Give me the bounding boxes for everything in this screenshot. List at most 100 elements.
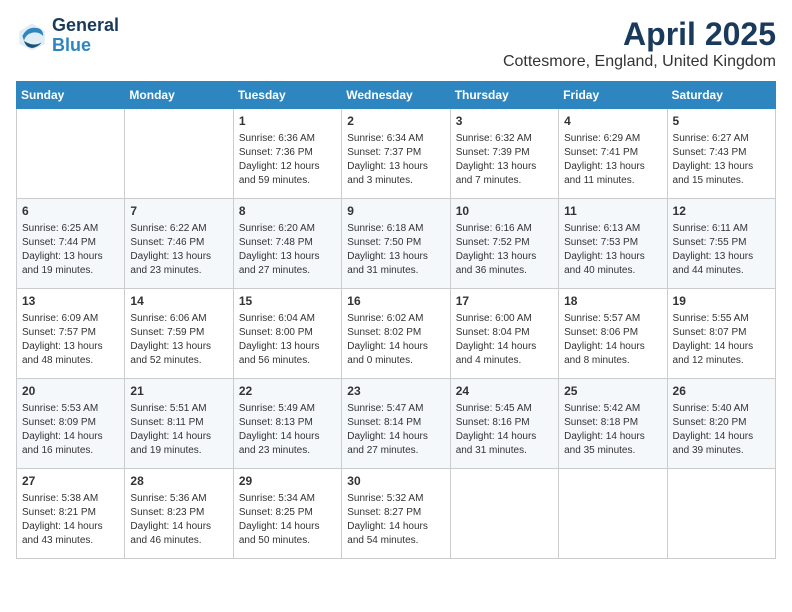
calendar-cell: 19 Sunrise: 5:55 AM Sunset: 8:07 PM Dayli… bbox=[667, 289, 775, 379]
calendar-cell: 15 Sunrise: 6:04 AM Sunset: 8:00 PM Dayli… bbox=[233, 289, 341, 379]
day-number: 2 bbox=[347, 113, 444, 130]
cell-info: Sunrise: 5:42 AM Sunset: 8:18 PM Dayligh… bbox=[564, 402, 661, 458]
calendar-cell bbox=[450, 469, 558, 559]
page-subtitle: Cottesmore, England, United Kingdom bbox=[503, 53, 776, 71]
calendar-week-2: 6 Sunrise: 6:25 AM Sunset: 7:44 PM Daylig… bbox=[17, 199, 776, 289]
column-header-wednesday: Wednesday bbox=[342, 82, 450, 109]
calendar-cell: 16 Sunrise: 6:02 AM Sunset: 8:02 PM Dayli… bbox=[342, 289, 450, 379]
cell-info: Sunrise: 5:38 AM Sunset: 8:21 PM Dayligh… bbox=[22, 492, 119, 548]
calendar-cell: 29 Sunrise: 5:34 AM Sunset: 8:25 PM Dayli… bbox=[233, 469, 341, 559]
logo-line2: Blue bbox=[52, 36, 119, 56]
calendar-cell: 12 Sunrise: 6:11 AM Sunset: 7:55 PM Dayli… bbox=[667, 199, 775, 289]
calendar-cell bbox=[125, 109, 233, 199]
calendar-cell: 18Sunrise: 5:57 AM Sunset: 8:06 PM Dayli… bbox=[559, 289, 667, 379]
calendar-header: SundayMondayTuesdayWednesdayThursdayFrid… bbox=[17, 82, 776, 109]
calendar-cell: 28Sunrise: 5:36 AM Sunset: 8:23 PM Dayli… bbox=[125, 469, 233, 559]
column-header-friday: Friday bbox=[559, 82, 667, 109]
cell-info: Sunrise: 6:16 AM Sunset: 7:52 PM Dayligh… bbox=[456, 222, 553, 278]
day-number: 20 bbox=[22, 383, 119, 400]
day-number: 4 bbox=[564, 113, 661, 130]
cell-info: Sunrise: 6:04 AM Sunset: 8:00 PM Dayligh… bbox=[239, 312, 336, 368]
calendar-cell: 22 Sunrise: 5:49 AM Sunset: 8:13 PM Dayli… bbox=[233, 379, 341, 469]
cell-info: Sunrise: 6:32 AM Sunset: 7:39 PM Dayligh… bbox=[456, 132, 553, 188]
day-number: 1 bbox=[239, 113, 336, 130]
calendar-week-3: 13Sunrise: 6:09 AM Sunset: 7:57 PM Dayli… bbox=[17, 289, 776, 379]
calendar-cell: 9Sunrise: 6:18 AM Sunset: 7:50 PM Daylig… bbox=[342, 199, 450, 289]
cell-info: Sunrise: 5:55 AM Sunset: 8:07 PM Dayligh… bbox=[673, 312, 770, 368]
calendar-cell: 20 Sunrise: 5:53 AM Sunset: 8:09 PM Dayli… bbox=[17, 379, 125, 469]
cell-info: Sunrise: 6:20 AM Sunset: 7:48 PM Dayligh… bbox=[239, 222, 336, 278]
cell-info: Sunrise: 5:53 AM Sunset: 8:09 PM Dayligh… bbox=[22, 402, 119, 458]
cell-info: Sunrise: 5:40 AM Sunset: 8:20 PM Dayligh… bbox=[673, 402, 770, 458]
calendar-cell: 25 Sunrise: 5:42 AM Sunset: 8:18 PM Dayli… bbox=[559, 379, 667, 469]
column-header-saturday: Saturday bbox=[667, 82, 775, 109]
calendar-week-1: 1 Sunrise: 6:36 AM Sunset: 7:36 PM Daylig… bbox=[17, 109, 776, 199]
day-number: 9 bbox=[347, 203, 444, 220]
day-number: 28 bbox=[130, 473, 227, 490]
logo-icon bbox=[16, 20, 48, 52]
calendar-cell: 23 Sunrise: 5:47 AM Sunset: 8:14 PM Dayli… bbox=[342, 379, 450, 469]
calendar-cell: 4Sunrise: 6:29 AM Sunset: 7:41 PM Daylig… bbox=[559, 109, 667, 199]
calendar-cell: 6 Sunrise: 6:25 AM Sunset: 7:44 PM Daylig… bbox=[17, 199, 125, 289]
day-number: 19 bbox=[673, 293, 770, 310]
calendar-cell: 2 Sunrise: 6:34 AM Sunset: 7:37 PM Daylig… bbox=[342, 109, 450, 199]
calendar-cell: 7 Sunrise: 6:22 AM Sunset: 7:46 PM Daylig… bbox=[125, 199, 233, 289]
calendar-week-5: 27 Sunrise: 5:38 AM Sunset: 8:21 PM Dayli… bbox=[17, 469, 776, 559]
title-block: April 2025 Cottesmore, England, United K… bbox=[503, 16, 776, 71]
cell-info: Sunrise: 6:25 AM Sunset: 7:44 PM Dayligh… bbox=[22, 222, 119, 278]
day-number: 3 bbox=[456, 113, 553, 130]
day-number: 7 bbox=[130, 203, 227, 220]
day-number: 26 bbox=[673, 383, 770, 400]
cell-info: Sunrise: 6:13 AM Sunset: 7:53 PM Dayligh… bbox=[564, 222, 661, 278]
day-number: 23 bbox=[347, 383, 444, 400]
calendar-cell: 17Sunrise: 6:00 AM Sunset: 8:04 PM Dayli… bbox=[450, 289, 558, 379]
calendar-table: SundayMondayTuesdayWednesdayThursdayFrid… bbox=[16, 81, 776, 559]
calendar-cell: 26 Sunrise: 5:40 AM Sunset: 8:20 PM Dayli… bbox=[667, 379, 775, 469]
day-number: 5 bbox=[673, 113, 770, 130]
cell-info: Sunrise: 5:51 AM Sunset: 8:11 PM Dayligh… bbox=[130, 402, 227, 458]
calendar-cell bbox=[17, 109, 125, 199]
cell-info: Sunrise: 5:49 AM Sunset: 8:13 PM Dayligh… bbox=[239, 402, 336, 458]
column-header-tuesday: Tuesday bbox=[233, 82, 341, 109]
cell-info: Sunrise: 6:27 AM Sunset: 7:43 PM Dayligh… bbox=[673, 132, 770, 188]
day-number: 30 bbox=[347, 473, 444, 490]
cell-info: Sunrise: 6:11 AM Sunset: 7:55 PM Dayligh… bbox=[673, 222, 770, 278]
day-number: 6 bbox=[22, 203, 119, 220]
calendar-cell: 21Sunrise: 5:51 AM Sunset: 8:11 PM Dayli… bbox=[125, 379, 233, 469]
cell-info: Sunrise: 6:06 AM Sunset: 7:59 PM Dayligh… bbox=[130, 312, 227, 368]
day-number: 8 bbox=[239, 203, 336, 220]
day-number: 29 bbox=[239, 473, 336, 490]
cell-info: Sunrise: 5:47 AM Sunset: 8:14 PM Dayligh… bbox=[347, 402, 444, 458]
logo: General Blue bbox=[16, 16, 119, 56]
calendar-cell: 14 Sunrise: 6:06 AM Sunset: 7:59 PM Dayli… bbox=[125, 289, 233, 379]
calendar-cell: 5 Sunrise: 6:27 AM Sunset: 7:43 PM Daylig… bbox=[667, 109, 775, 199]
page-title: April 2025 bbox=[503, 16, 776, 53]
day-number: 16 bbox=[347, 293, 444, 310]
day-number: 27 bbox=[22, 473, 119, 490]
day-number: 25 bbox=[564, 383, 661, 400]
day-number: 24 bbox=[456, 383, 553, 400]
cell-info: Sunrise: 6:36 AM Sunset: 7:36 PM Dayligh… bbox=[239, 132, 336, 188]
cell-info: Sunrise: 5:34 AM Sunset: 8:25 PM Dayligh… bbox=[239, 492, 336, 548]
cell-info: Sunrise: 6:22 AM Sunset: 7:46 PM Dayligh… bbox=[130, 222, 227, 278]
day-number: 18 bbox=[564, 293, 661, 310]
day-number: 11 bbox=[564, 203, 661, 220]
day-number: 12 bbox=[673, 203, 770, 220]
calendar-cell: 11 Sunrise: 6:13 AM Sunset: 7:53 PM Dayli… bbox=[559, 199, 667, 289]
cell-info: Sunrise: 6:34 AM Sunset: 7:37 PM Dayligh… bbox=[347, 132, 444, 188]
column-header-monday: Monday bbox=[125, 82, 233, 109]
day-number: 14 bbox=[130, 293, 227, 310]
column-header-thursday: Thursday bbox=[450, 82, 558, 109]
cell-info: Sunrise: 6:02 AM Sunset: 8:02 PM Dayligh… bbox=[347, 312, 444, 368]
calendar-cell: 30 Sunrise: 5:32 AM Sunset: 8:27 PM Dayli… bbox=[342, 469, 450, 559]
cell-info: Sunrise: 5:32 AM Sunset: 8:27 PM Dayligh… bbox=[347, 492, 444, 548]
page-header: General Blue April 2025 Cottesmore, Engl… bbox=[16, 16, 776, 71]
day-number: 17 bbox=[456, 293, 553, 310]
day-number: 22 bbox=[239, 383, 336, 400]
logo-line1: General bbox=[52, 16, 119, 36]
column-header-sunday: Sunday bbox=[17, 82, 125, 109]
calendar-week-4: 20 Sunrise: 5:53 AM Sunset: 8:09 PM Dayli… bbox=[17, 379, 776, 469]
calendar-cell bbox=[559, 469, 667, 559]
calendar-cell: 1 Sunrise: 6:36 AM Sunset: 7:36 PM Daylig… bbox=[233, 109, 341, 199]
day-number: 15 bbox=[239, 293, 336, 310]
